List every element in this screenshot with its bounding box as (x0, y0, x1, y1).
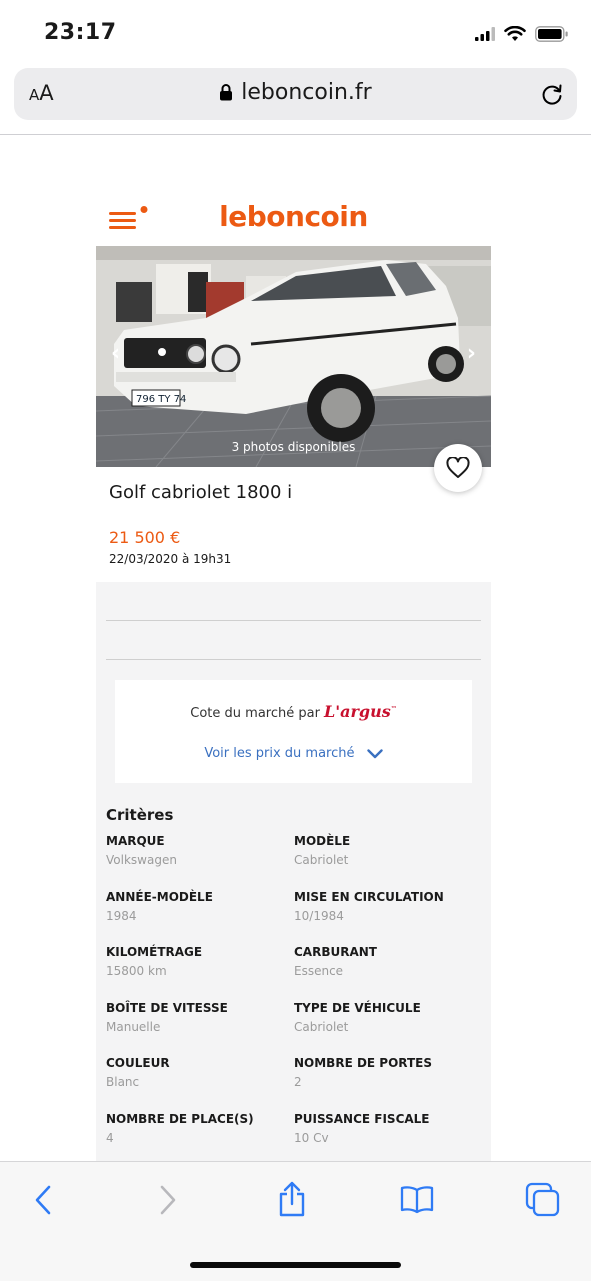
criterion-value: 10 Cv (294, 1130, 329, 1145)
criterion-item: MISE EN CIRCULATION 10/1984 (294, 890, 479, 923)
lock-icon (220, 84, 233, 101)
car-photo-image: 796 TY 74 (96, 246, 491, 467)
site-header: leboncoin (96, 190, 491, 244)
criterion-item: BOÎTE DE VITESSE Manuelle (106, 1001, 291, 1034)
listing-date: 22/03/2020 à 19h31 (109, 552, 232, 566)
forward-icon[interactable] (155, 1184, 179, 1216)
criterion-item: MARQUE Volkswagen (106, 834, 291, 867)
criterion-label: MARQUE (106, 834, 165, 848)
criterion-label: NOMBRE DE PLACE(S) (106, 1111, 254, 1126)
criterion-label: ANNÉE-MODÈLE (106, 889, 213, 904)
criterion-item: ANNÉE-MODÈLE 1984 (106, 890, 291, 923)
reload-icon[interactable] (539, 81, 565, 107)
bookmarks-icon[interactable] (400, 1184, 434, 1214)
photo-prev-arrow[interactable]: ‹ (111, 341, 120, 366)
browser-divider (0, 134, 591, 135)
criterion-label: MODÈLE (294, 834, 351, 848)
listing-photo[interactable]: 796 TY 74 ‹ › 3 photos disponibles (96, 246, 491, 467)
details-section: Cote du marché par L'argus™ Voir les prix… (96, 582, 491, 1162)
share-icon[interactable] (277, 1180, 307, 1218)
largus-name: L'argus (323, 702, 391, 721)
site-logo[interactable]: leboncoin (96, 200, 491, 233)
url-display[interactable]: leboncoin.fr (14, 80, 577, 105)
market-link-label: Voir les prix du marché (204, 746, 355, 761)
criterion-value: Volkswagen (106, 853, 177, 867)
criterion-item: CARBURANT Essence (294, 945, 479, 978)
criteres-row: COULEUR Blanc NOMBRE DE PORTES 2 (106, 1056, 481, 1112)
criteres-row: BOÎTE DE VITESSE Manuelle TYPE DE VÉHICULE… (106, 1001, 481, 1057)
battery-icon (535, 26, 568, 42)
listing-title: Golf cabriolet 1800 i (109, 482, 293, 503)
status-time: 23:17 (44, 20, 117, 45)
criterion-value: 10/1984 (294, 908, 344, 923)
heart-icon (446, 457, 470, 478)
divider (106, 659, 481, 660)
criterion-label: PUISSANCE FISCALE (294, 1111, 430, 1126)
tabs-icon[interactable] (525, 1182, 561, 1218)
favorite-button[interactable] (434, 444, 482, 492)
criterion-label: NOMBRE DE PORTES (294, 1056, 433, 1070)
wifi-icon (504, 26, 526, 41)
criteres-heading: Critères (106, 806, 174, 824)
largus-tm: ™ (390, 705, 397, 713)
back-icon[interactable] (32, 1184, 56, 1216)
criterion-label: BOÎTE DE VITESSE (106, 1000, 228, 1015)
home-indicator (190, 1262, 401, 1268)
criterion-label: CARBURANT (294, 945, 377, 959)
criterion-value: Cabriolet (294, 853, 349, 867)
criterion-value: Essence (294, 964, 344, 978)
criterion-label: KILOMÉTRAGE (106, 945, 203, 959)
market-cote-label: Cote du marché par L'argus™ (115, 702, 472, 721)
criterion-item: NOMBRE DE PORTES 2 (294, 1056, 479, 1089)
svg-text:796 TY 74: 796 TY 74 (136, 394, 186, 405)
criterion-label: COULEUR (106, 1056, 170, 1070)
criterion-value: 1984 (106, 908, 137, 923)
photo-count-label: 3 photos disponibles (231, 440, 356, 454)
photo-next-arrow[interactable]: › (467, 341, 476, 366)
criterion-item: NOMBRE DE PLACE(S) 4 (106, 1112, 291, 1145)
criteres-row: KILOMÉTRAGE 15800 km CARBURANT Essence (106, 945, 481, 1001)
status-icons (475, 26, 569, 42)
cote-text: Cote du marché par (190, 706, 320, 721)
criterion-item: TYPE DE VÉHICULE Cabriolet (294, 1001, 479, 1034)
criterion-value: Blanc (106, 1075, 140, 1089)
criteres-row: MARQUE Volkswagen MODÈLE Cabriolet (106, 834, 481, 890)
market-price-box: Cote du marché par L'argus™ Voir les prix… (115, 680, 472, 783)
criterion-value: 15800 km (106, 964, 167, 978)
criterion-item: COULEUR Blanc (106, 1056, 291, 1089)
criteres-row: ANNÉE-MODÈLE 1984 MISE EN CIRCULATION 10/19… (106, 890, 481, 946)
criteres-row: NOMBRE DE PLACE(S) 4 PUISSANCE FISCALE 10 C… (106, 1112, 481, 1168)
criterion-label: MISE EN CIRCULATION (294, 889, 444, 904)
status-bar: 23:17 (0, 0, 591, 64)
criterion-value: Cabriolet (294, 1019, 349, 1034)
signal-icon (475, 27, 495, 41)
market-prices-link[interactable]: Voir les prix du marché (115, 746, 472, 761)
criterion-item: KILOMÉTRAGE 15800 km (106, 945, 291, 978)
criterion-value: 2 (294, 1075, 302, 1089)
chevron-down-icon (366, 748, 383, 758)
largus-logo: L'argus™ (324, 702, 397, 721)
criterion-item: MODÈLE Cabriolet (294, 834, 479, 867)
criteres-grid: MARQUE Volkswagen MODÈLE Cabriolet ANNÉE-MOD… (106, 834, 481, 1167)
url-domain: leboncoin.fr (241, 80, 372, 105)
listing-price: 21 500 € (109, 528, 181, 547)
criterion-value: 4 (106, 1130, 114, 1145)
address-bar[interactable]: AA leboncoin.fr (14, 68, 577, 120)
criterion-value: Manuelle (106, 1019, 161, 1034)
criterion-item: PUISSANCE FISCALE 10 Cv (294, 1112, 479, 1145)
divider (106, 620, 481, 621)
criterion-label: TYPE DE VÉHICULE (294, 1000, 421, 1015)
